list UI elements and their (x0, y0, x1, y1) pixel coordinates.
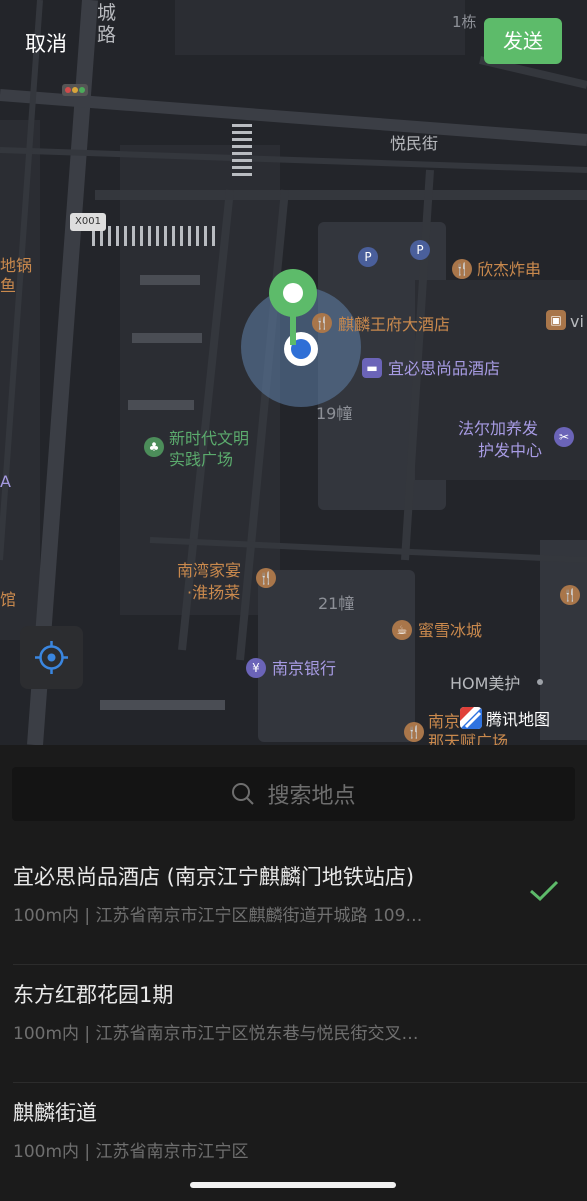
poi-label[interactable]: 地锅鱼 (0, 256, 32, 296)
restaurant-icon: 🍴 (312, 313, 332, 333)
tencent-map-icon (460, 707, 482, 729)
place-address: 100m内 | 江苏省南京市江宁区 (13, 1142, 249, 1162)
road-badge: X001 (70, 213, 106, 231)
park-icon: ♣ (144, 437, 164, 457)
poi-label[interactable]: 法尔加养发 护发中心 (458, 418, 542, 462)
search-icon (232, 783, 255, 805)
dot-icon (537, 679, 543, 685)
poi-label[interactable]: 新时代文明 实践广场 (169, 428, 249, 470)
search-placeholder: 搜索地点 (267, 784, 356, 809)
poi-label[interactable]: HOM美护 (450, 674, 520, 694)
road-label-chengl: 城路 (97, 2, 117, 46)
checkmark-icon (530, 880, 559, 902)
place-name: 麒麟街道 (13, 1101, 97, 1125)
shop-icon: ▣ (546, 310, 566, 330)
bank-icon: ¥ (246, 658, 266, 678)
list-item[interactable]: 东方红郡花园1期 100m内 | 江苏省南京市江宁区悦东巷与悦民街交叉… (0, 965, 587, 1083)
locate-button[interactable] (20, 626, 83, 689)
poi-label[interactable]: 馆 (0, 590, 16, 610)
map-provider-name: 腾讯地图 (486, 710, 551, 729)
map-provider-logo: 腾讯地图 (460, 706, 550, 730)
poi-label[interactable]: 蜜雪冰城 (418, 621, 482, 641)
crosshair-icon (35, 641, 68, 674)
restaurant-icon: 🍴 (404, 722, 424, 742)
place-name: 东方红郡花园1期 (13, 983, 174, 1007)
cancel-button[interactable]: 取消 (25, 28, 67, 58)
poi-label[interactable]: 宜必思尚品酒店 (388, 359, 500, 379)
hotel-icon: ▬ (362, 358, 382, 378)
poi-label[interactable]: 麒麟王府大酒店 (338, 315, 450, 335)
parking-icon: P (358, 247, 378, 267)
parking-icon: P (410, 240, 430, 260)
send-button[interactable]: 发送 (484, 18, 562, 64)
map-view[interactable]: 城路 悦民街 1栋 X001 19幢 21幢 P P 🍴 欣杰炸串 🍴 麒麟王府… (0, 0, 587, 745)
home-indicator[interactable] (190, 1182, 396, 1188)
restaurant-icon: 🍴 (452, 259, 472, 279)
poi-label[interactable]: 南湾家宴 ·淮扬菜 (177, 560, 241, 604)
building-label-19: 19幢 (316, 404, 353, 423)
restaurant-icon: 🍴 (560, 585, 580, 605)
search-bar[interactable]: 搜索地点 (12, 767, 575, 821)
poi-label[interactable]: 欣杰炸串 (477, 260, 541, 280)
road-label-yuemin: 悦民街 (390, 134, 439, 153)
poi-label[interactable]: vi (570, 312, 584, 332)
cafe-icon: ☕ (392, 620, 412, 640)
place-name: 宜必思尚品酒店 (南京江宁麒麟门地铁站店) (13, 865, 415, 889)
list-item[interactable]: 宜必思尚品酒店 (南京江宁麒麟门地铁站店) 100m内 | 江苏省南京市江宁区麒… (0, 847, 587, 965)
place-address: 100m内 | 江苏省南京市江宁区麒麟街道开城路 109… (13, 906, 423, 926)
restaurant-icon: 🍴 (256, 568, 276, 588)
building-label-1: 1栋 (452, 13, 477, 31)
building-label-21: 21幢 (318, 594, 355, 613)
place-address: 100m内 | 江苏省南京市江宁区悦东巷与悦民街交叉… (13, 1024, 419, 1044)
poi-label[interactable]: A (0, 472, 11, 492)
results-panel: 搜索地点 宜必思尚品酒店 (南京江宁麒麟门地铁站店) 100m内 | 江苏省南京… (0, 745, 587, 1200)
poi-label[interactable]: 南京银行 (272, 659, 336, 679)
scissors-icon: ✂ (554, 427, 574, 447)
